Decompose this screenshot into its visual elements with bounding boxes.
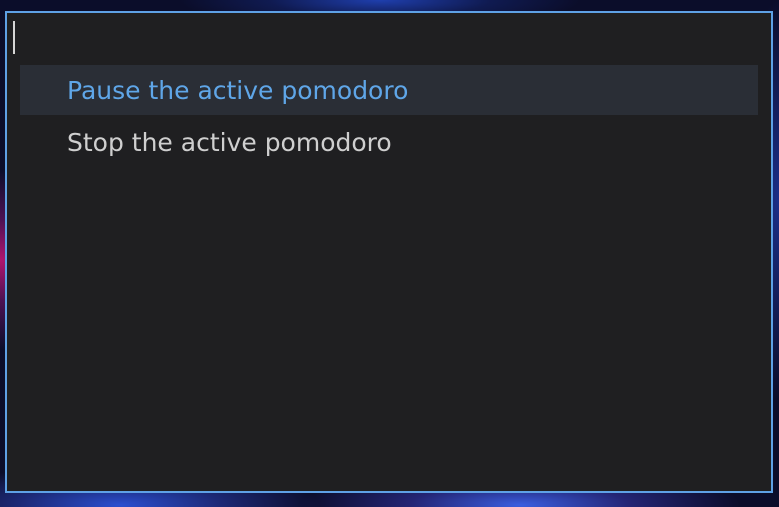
result-list: Pause the active pomodoro Stop the activ…: [20, 65, 758, 169]
result-item-label: Stop the active pomodoro: [67, 127, 392, 157]
search-bar: [7, 13, 771, 63]
result-item-pause-pomodoro[interactable]: Pause the active pomodoro: [20, 65, 758, 115]
search-input[interactable]: [11, 19, 751, 55]
text-caret: [13, 21, 15, 54]
launcher-popup: Pause the active pomodoro Stop the activ…: [5, 11, 773, 493]
result-item-stop-pomodoro[interactable]: Stop the active pomodoro: [20, 117, 758, 167]
result-item-label: Pause the active pomodoro: [67, 75, 409, 105]
